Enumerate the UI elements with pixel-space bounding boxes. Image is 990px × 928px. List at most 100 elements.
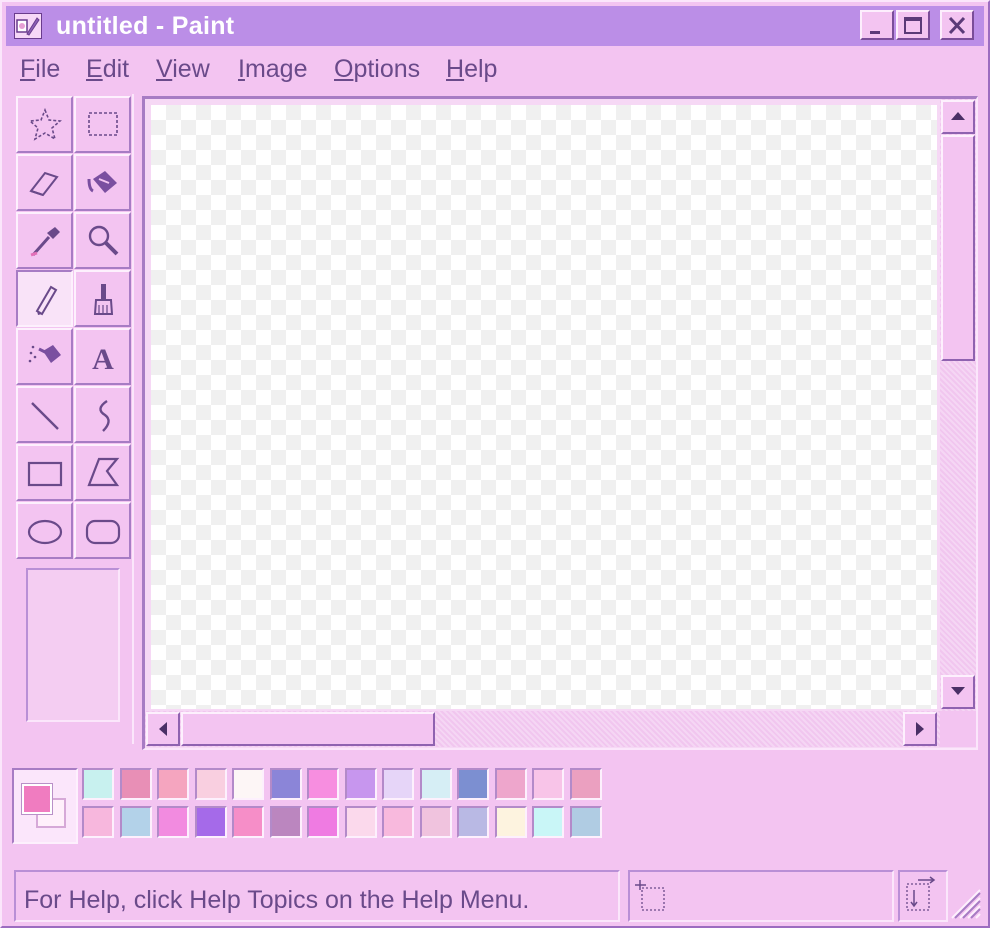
tool-pick-color[interactable] [16, 212, 73, 269]
palette-swatch[interactable] [82, 768, 114, 800]
paint-app-icon[interactable] [14, 13, 42, 39]
tool-line[interactable] [16, 386, 73, 443]
tool-polygon[interactable] [74, 444, 131, 501]
airbrush-icon [28, 345, 61, 363]
scroll-left-button[interactable] [146, 712, 180, 746]
tool-magnifier[interactable] [74, 212, 131, 269]
palette-swatch[interactable] [382, 806, 414, 838]
palette-swatch[interactable] [269, 806, 302, 838]
menu-view[interactable]: View [156, 55, 210, 84]
tool-text[interactable]: A [74, 328, 131, 385]
scroll-up-button[interactable] [941, 100, 975, 134]
cursor-position-icon [635, 880, 665, 911]
palette-swatch[interactable] [419, 768, 452, 800]
palette-swatch[interactable] [494, 806, 527, 838]
palette-swatch[interactable] [457, 768, 489, 800]
arrow-left-icon [159, 722, 167, 736]
palette-swatch[interactable] [157, 806, 189, 838]
status-cursor-position [628, 870, 894, 922]
drawing-canvas[interactable] [151, 105, 937, 709]
tool-ellipse[interactable] [16, 502, 73, 559]
menu-options[interactable]: Options [334, 55, 420, 84]
pencil-icon [35, 285, 57, 316]
vertical-scrollbar[interactable] [940, 99, 976, 711]
tool-brush[interactable] [74, 270, 131, 327]
text-icon: A [92, 343, 114, 375]
palette-swatch[interactable] [569, 768, 602, 800]
arrow-right-icon [916, 722, 924, 736]
palette-swatch[interactable] [307, 768, 339, 800]
window-title: untitled - Paint [56, 12, 235, 40]
menu-image[interactable]: Image [238, 55, 308, 84]
palette-swatch[interactable] [419, 806, 452, 838]
palette-swatch[interactable] [232, 806, 264, 838]
scroll-corner [940, 711, 976, 747]
palette-swatch[interactable] [569, 806, 602, 838]
palette-swatch[interactable] [344, 768, 377, 800]
magnifier-icon [88, 225, 118, 256]
menu-bar: File Edit View Image Options Help [6, 50, 984, 90]
maximize-button[interactable] [896, 10, 930, 40]
rounded-rectangle-icon [85, 519, 120, 545]
tool-select[interactable] [74, 96, 131, 153]
palette-swatch[interactable] [119, 768, 152, 800]
palette-swatch[interactable] [532, 806, 564, 838]
tool-fill-with-color[interactable] [74, 154, 131, 211]
tool-airbrush[interactable] [16, 328, 73, 385]
horizontal-scroll-thumb[interactable] [181, 712, 435, 746]
svg-text:A: A [92, 343, 114, 375]
palette-swatch[interactable] [82, 806, 114, 838]
minimize-icon [870, 31, 880, 34]
palette-swatch[interactable] [532, 768, 564, 800]
status-message-panel: For Help, click Help Topics on the Help … [14, 870, 620, 922]
select-icon [87, 112, 118, 136]
palette-swatch[interactable] [157, 768, 189, 800]
close-button[interactable] [940, 10, 974, 40]
brush-icon [93, 284, 113, 315]
minimize-button[interactable] [860, 10, 894, 40]
status-selection-size [898, 870, 948, 922]
horizontal-scrollbar[interactable] [145, 711, 940, 747]
canvas-frame [142, 96, 978, 750]
menu-help[interactable]: Help [446, 55, 497, 84]
tool-eraser[interactable] [16, 154, 73, 211]
fill-with-color-icon [87, 171, 117, 193]
selection-size-icon [906, 876, 936, 911]
tool-options-panel[interactable] [26, 568, 120, 722]
tool-rounded-rectangle[interactable] [74, 502, 131, 559]
palette-swatch[interactable] [232, 768, 264, 800]
ellipse-icon [27, 519, 62, 545]
palette-swatch[interactable] [457, 806, 489, 838]
arrow-up-icon [951, 112, 965, 120]
palette-swatch[interactable] [494, 768, 527, 800]
palette-swatch[interactable] [307, 806, 339, 838]
resize-grip-icon[interactable] [948, 886, 982, 920]
curve-icon [98, 400, 110, 432]
title-bar[interactable]: untitled - Paint [6, 6, 984, 46]
palette-swatch[interactable] [269, 768, 302, 800]
tool-pencil[interactable] [16, 270, 73, 327]
polygon-icon [86, 457, 119, 487]
rectangle-icon [27, 461, 62, 487]
tool-free-form-select[interactable] [16, 96, 73, 153]
line-icon [30, 402, 59, 430]
toolbox: A [14, 94, 134, 744]
scroll-down-button[interactable] [941, 675, 975, 709]
scroll-right-button[interactable] [903, 712, 937, 746]
palette-swatch[interactable] [382, 768, 414, 800]
tool-curve[interactable] [74, 386, 131, 443]
palette-swatch[interactable] [194, 768, 227, 800]
palette-swatch[interactable] [119, 806, 152, 838]
menu-file[interactable]: File [20, 55, 60, 84]
tool-rectangle[interactable] [16, 444, 73, 501]
maximize-icon [904, 17, 922, 34]
free-form-select-icon [27, 107, 62, 141]
color-palette [6, 760, 984, 850]
vertical-scroll-thumb[interactable] [941, 135, 975, 361]
pick-color-icon [30, 227, 60, 257]
current-colors[interactable] [12, 768, 78, 844]
status-bar: For Help, click Help Topics on the Help … [6, 864, 984, 924]
menu-edit[interactable]: Edit [86, 55, 129, 84]
palette-swatch[interactable] [194, 806, 227, 838]
palette-swatch[interactable] [344, 806, 377, 838]
